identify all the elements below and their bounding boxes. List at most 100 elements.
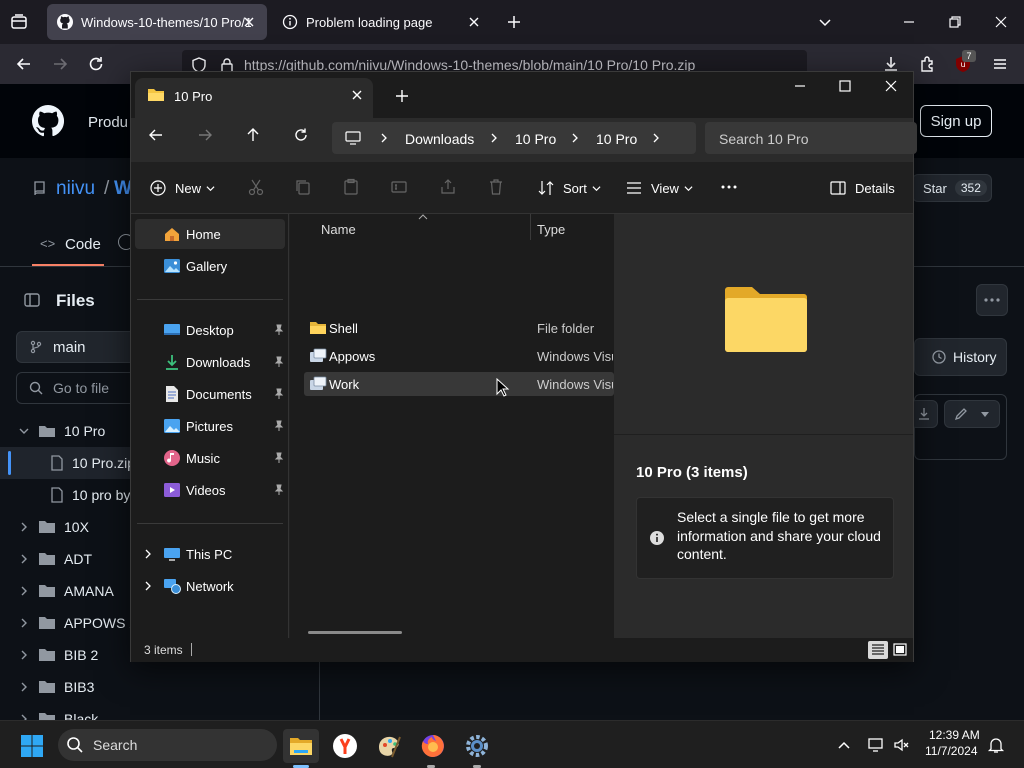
new-tab-icon[interactable] (394, 88, 410, 104)
column-header-name[interactable]: Name (321, 222, 356, 237)
edit-file-button[interactable] (944, 400, 1000, 428)
branch-selector[interactable]: main (16, 331, 146, 363)
explorer-tab[interactable]: 10 Pro (135, 78, 373, 118)
taskbar-firefox[interactable] (415, 729, 451, 763)
more-icon[interactable] (720, 178, 738, 196)
menu-icon[interactable] (990, 54, 1010, 74)
taskbar-search-box[interactable]: Search (58, 729, 277, 761)
show-hidden-icons-chevron-up-icon[interactable] (836, 737, 852, 753)
extensions-icon[interactable] (918, 54, 938, 74)
chevron-right-icon[interactable] (379, 133, 389, 143)
list-all-tabs-icon[interactable] (816, 13, 834, 31)
pin-icon[interactable] (273, 324, 285, 336)
back-icon[interactable] (14, 54, 34, 74)
share-icon[interactable] (439, 178, 457, 196)
minimize-icon[interactable] (899, 12, 919, 32)
nav-this-pc[interactable]: This PC (135, 539, 285, 569)
close-tab-icon[interactable] (466, 14, 482, 30)
paste-icon[interactable] (342, 178, 360, 196)
notification-bell-icon[interactable] (987, 736, 1005, 754)
view-button[interactable]: View (625, 178, 693, 198)
close-window-icon[interactable] (883, 78, 899, 94)
tab-list-icon[interactable] (10, 13, 28, 31)
taskbar-settings[interactable] (459, 729, 495, 763)
pin-icon[interactable] (273, 388, 285, 400)
nav-music[interactable]: Music (135, 443, 285, 473)
details-view-button[interactable] (868, 641, 888, 659)
new-tab-icon[interactable] (505, 13, 523, 31)
collapse-sidebar-button[interactable] (16, 284, 48, 316)
sort-button[interactable]: Sort (537, 178, 601, 198)
nav-network[interactable]: Network (135, 571, 285, 601)
up-icon[interactable] (244, 126, 262, 144)
clock-date[interactable]: 11/7/2024 (925, 744, 978, 758)
clock-time[interactable]: 12:39 AM (929, 728, 980, 742)
back-icon[interactable] (147, 126, 165, 144)
close-tab-icon[interactable] (349, 87, 365, 103)
nav-pictures[interactable]: Pictures (135, 411, 285, 441)
tiles-view-button[interactable] (890, 641, 910, 659)
folder-open-icon (39, 426, 55, 437)
product-menu[interactable]: Produ (88, 114, 128, 131)
restore-icon[interactable] (945, 12, 965, 32)
chevron-right-icon[interactable] (651, 133, 661, 143)
network-status-icon[interactable] (867, 736, 885, 754)
explorer-search-input[interactable]: Search 10 Pro (705, 122, 917, 154)
nav-videos[interactable]: Videos (135, 475, 285, 505)
refresh-icon[interactable] (292, 126, 310, 144)
forward-icon[interactable] (196, 126, 214, 144)
minimize-icon[interactable] (792, 78, 808, 94)
taskbar-paint[interactable] (371, 729, 407, 763)
delete-icon[interactable] (487, 178, 505, 196)
file-row-work[interactable]: Work Windows Visual (304, 372, 614, 396)
new-button[interactable]: New (149, 178, 215, 198)
browser-tab-problem[interactable]: Problem loading page (272, 4, 492, 40)
history-button[interactable]: History (914, 338, 1007, 376)
taskbar-file-explorer[interactable] (283, 729, 319, 763)
details-pane-button[interactable]: Details (829, 178, 895, 198)
go-to-file-input[interactable]: Go to file (16, 372, 146, 404)
close-window-icon[interactable] (991, 12, 1011, 32)
horizontal-scrollbar[interactable] (308, 631, 402, 634)
download-raw-button[interactable] (910, 400, 938, 428)
cut-icon[interactable] (247, 178, 265, 196)
star-button[interactable]: Star 352 (912, 174, 992, 202)
copy-icon[interactable] (294, 178, 312, 196)
file-row-shell[interactable]: Shell File folder (304, 316, 614, 340)
pin-icon[interactable] (273, 452, 285, 464)
nav-downloads[interactable]: Downloads (135, 347, 285, 377)
breadcrumb-10-pro-current[interactable]: 10 Pro (596, 131, 637, 147)
nav-home[interactable]: Home (135, 219, 285, 249)
file-row-appows[interactable]: Appows Windows Visual (304, 344, 614, 368)
repo-owner-link[interactable]: niivu (56, 178, 95, 200)
breadcrumb-10-pro[interactable]: 10 Pro (515, 131, 556, 147)
column-header-type[interactable]: Type (537, 222, 565, 237)
nav-gallery[interactable]: Gallery (135, 251, 285, 281)
pin-icon[interactable] (273, 484, 285, 496)
volume-muted-icon[interactable] (893, 736, 911, 754)
maximize-icon[interactable] (837, 78, 853, 94)
tree-folder-bib3[interactable]: BIB3 (0, 671, 320, 703)
reload-icon[interactable] (86, 54, 106, 74)
breadcrumb-downloads[interactable]: Downloads (405, 131, 474, 147)
chevron-right-icon[interactable] (143, 581, 153, 591)
sign-up-button[interactable]: Sign up (920, 105, 992, 137)
chevron-right-icon[interactable] (489, 133, 499, 143)
nav-desktop[interactable]: Desktop (135, 315, 285, 345)
forward-icon[interactable] (50, 54, 70, 74)
pin-icon[interactable] (273, 420, 285, 432)
nav-documents[interactable]: Documents (135, 379, 285, 409)
tree-folder-black[interactable]: Black (0, 703, 320, 720)
start-button[interactable] (14, 729, 50, 763)
pin-icon[interactable] (273, 356, 285, 368)
chevron-right-icon[interactable] (143, 549, 153, 559)
close-tab-icon[interactable] (241, 14, 257, 30)
breadcrumb[interactable]: Downloads 10 Pro 10 Pro (332, 122, 696, 154)
code-tab[interactable]: <> Code (32, 228, 104, 266)
rename-icon[interactable] (390, 178, 408, 196)
chevron-right-icon[interactable] (570, 133, 580, 143)
taskbar-yandex[interactable] (327, 729, 363, 763)
browser-tab-github[interactable]: Windows-10-themes/10 Pro/10 Pro.zip (47, 4, 267, 40)
more-options-button[interactable] (976, 284, 1008, 316)
github-logo-icon[interactable] (32, 105, 64, 137)
